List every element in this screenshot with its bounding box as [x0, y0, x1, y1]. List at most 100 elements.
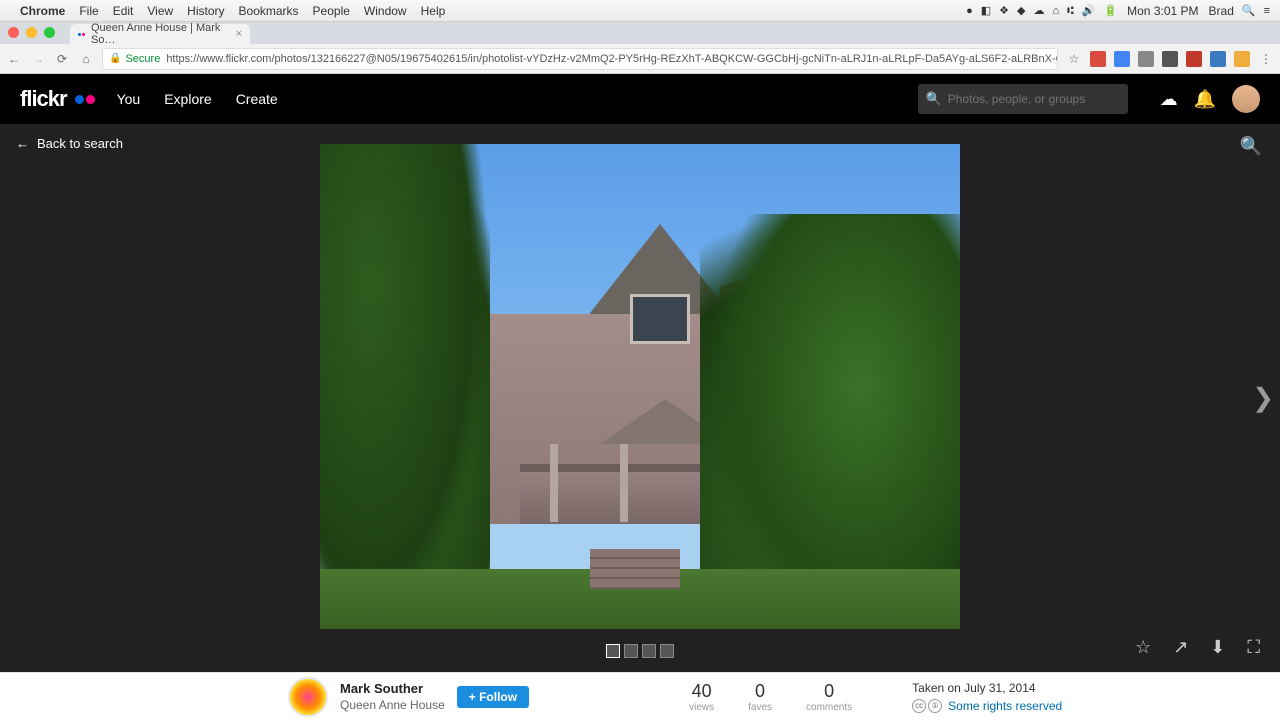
tab-close-icon[interactable]: ×	[236, 28, 242, 40]
window-minimize[interactable]	[26, 27, 37, 38]
photo-title: Queen Anne House	[340, 698, 445, 712]
chrome-menu-icon[interactable]: ⋮	[1258, 52, 1274, 66]
chrome-toolbar: ← → ⟳ ⌂ 🔒 Secure https://www.flickr.com/…	[0, 44, 1280, 74]
photo-info-bar: Mark Souther Queen Anne House + Follow 4…	[0, 672, 1280, 720]
rights-label: Some rights reserved	[948, 699, 1062, 713]
photo-viewer: ← Back to search 🔍 ❯	[0, 124, 1280, 672]
menu-chrome[interactable]: Chrome	[20, 4, 65, 18]
photo-meta: Taken on July 31, 2014 cc① Some rights r…	[912, 681, 1062, 713]
faves-count: 0	[748, 681, 772, 702]
lock-icon: 🔒	[109, 53, 121, 64]
menu-edit[interactable]: Edit	[113, 4, 134, 18]
download-icon[interactable]: ⬇	[1210, 637, 1225, 658]
flickr-favicon	[78, 33, 85, 36]
thumbnail[interactable]	[624, 644, 638, 658]
menu-file[interactable]: File	[79, 4, 98, 18]
extension-icon[interactable]	[1210, 51, 1226, 67]
nav-you[interactable]: You	[117, 91, 141, 107]
menu-help[interactable]: Help	[421, 4, 446, 18]
status-icon[interactable]: ☁	[1033, 4, 1044, 17]
site-header: flickr You Explore Create 🔍 ☁ 🔔	[0, 74, 1280, 124]
back-to-search[interactable]: ← Back to search	[16, 136, 123, 151]
extension-icon[interactable]	[1090, 51, 1106, 67]
cc-icons: cc①	[912, 699, 942, 713]
menu-history[interactable]: History	[187, 4, 224, 18]
nav-back-icon[interactable]: ←	[6, 52, 22, 66]
nav-forward-icon[interactable]: →	[30, 52, 46, 66]
upload-icon[interactable]: ☁	[1160, 89, 1178, 110]
status-icon[interactable]: ◆	[1017, 4, 1025, 17]
license-link[interactable]: cc① Some rights reserved	[912, 699, 1062, 713]
flickr-logo-dots	[75, 95, 95, 104]
author-avatar[interactable]	[288, 677, 328, 717]
extension-icon[interactable]	[1114, 51, 1130, 67]
status-icon[interactable]: ●	[966, 5, 973, 17]
menubar-user[interactable]: Brad	[1209, 4, 1234, 18]
views-label: views	[689, 702, 714, 713]
thumbnail-strip	[606, 644, 674, 658]
photo-actions: ☆ ↗ ⬇ ⛶	[1135, 637, 1260, 658]
thumbnail[interactable]	[642, 644, 656, 658]
window-close[interactable]	[8, 27, 19, 38]
fullscreen-icon[interactable]: ⛶	[1247, 637, 1260, 658]
main-nav: You Explore Create	[117, 91, 278, 107]
browser-tab[interactable]: Queen Anne House | Mark So… ×	[70, 24, 250, 44]
extension-icon[interactable]	[1234, 51, 1250, 67]
menubar-clock[interactable]: Mon 3:01 PM	[1127, 4, 1198, 18]
nav-reload-icon[interactable]: ⟳	[54, 52, 70, 66]
tab-title: Queen Anne House | Mark So…	[91, 22, 226, 46]
stat-comments: 0 comments	[806, 681, 852, 713]
next-photo-arrow[interactable]: ❯	[1252, 383, 1274, 414]
menu-people[interactable]: People	[313, 4, 350, 18]
status-icon[interactable]: ⌂	[1052, 5, 1059, 17]
window-maximize[interactable]	[44, 27, 55, 38]
extension-icon[interactable]	[1138, 51, 1154, 67]
share-icon[interactable]: ↗	[1173, 637, 1188, 658]
spotlight-icon[interactable]: 🔍	[1242, 4, 1256, 17]
flickr-logo[interactable]: flickr	[20, 86, 67, 112]
nav-explore[interactable]: Explore	[164, 91, 211, 107]
search-box[interactable]: 🔍	[918, 84, 1128, 114]
menu-bookmarks[interactable]: Bookmarks	[239, 4, 299, 18]
faves-label: faves	[748, 702, 772, 713]
extension-icon[interactable]	[1186, 51, 1202, 67]
menu-window[interactable]: Window	[364, 4, 407, 18]
search-icon: 🔍	[926, 91, 942, 107]
url-text: https://www.flickr.com/photos/132166227@…	[166, 53, 1058, 65]
stat-faves: 0 faves	[748, 681, 772, 713]
status-icon[interactable]: ◧	[981, 4, 991, 17]
views-count: 40	[689, 681, 714, 702]
photo-container[interactable]	[320, 144, 960, 629]
search-input[interactable]	[948, 92, 1120, 106]
comments-label: comments	[806, 702, 852, 713]
photo-stats: 40 views 0 faves 0 comments	[689, 681, 852, 713]
extension-icon[interactable]	[1162, 51, 1178, 67]
status-icon[interactable]: ❖	[999, 4, 1009, 17]
user-avatar[interactable]	[1232, 85, 1260, 113]
arrow-left-icon: ←	[16, 136, 29, 151]
menu-icon[interactable]: ≡	[1264, 5, 1270, 17]
nav-home-icon[interactable]: ⌂	[78, 52, 94, 66]
comments-count: 0	[806, 681, 852, 702]
notifications-icon[interactable]: 🔔	[1194, 89, 1216, 110]
address-bar[interactable]: 🔒 Secure https://www.flickr.com/photos/1…	[102, 48, 1058, 70]
chrome-tab-strip: Queen Anne House | Mark So… ×	[0, 22, 1280, 44]
author-name[interactable]: Mark Souther	[340, 681, 445, 696]
stat-views: 40 views	[689, 681, 714, 713]
battery-icon[interactable]: 🔋	[1103, 4, 1117, 17]
thumbnail[interactable]	[660, 644, 674, 658]
fave-star-icon[interactable]: ☆	[1135, 637, 1151, 658]
wifi-icon[interactable]: ⑆	[1067, 5, 1074, 17]
nav-create[interactable]: Create	[236, 91, 278, 107]
secure-label: Secure	[125, 53, 160, 65]
mac-menubar: Chrome File Edit View History Bookmarks …	[0, 0, 1280, 22]
bookmark-star-icon[interactable]: ☆	[1066, 52, 1082, 66]
main-photo	[320, 144, 960, 629]
follow-button[interactable]: + Follow	[457, 686, 529, 708]
thumbnail[interactable]	[606, 644, 620, 658]
window-controls	[8, 27, 55, 38]
zoom-icon[interactable]: 🔍	[1240, 136, 1262, 157]
volume-icon[interactable]: 🔊	[1082, 4, 1096, 17]
photo-date: Taken on July 31, 2014	[912, 681, 1062, 695]
menu-view[interactable]: View	[147, 4, 173, 18]
